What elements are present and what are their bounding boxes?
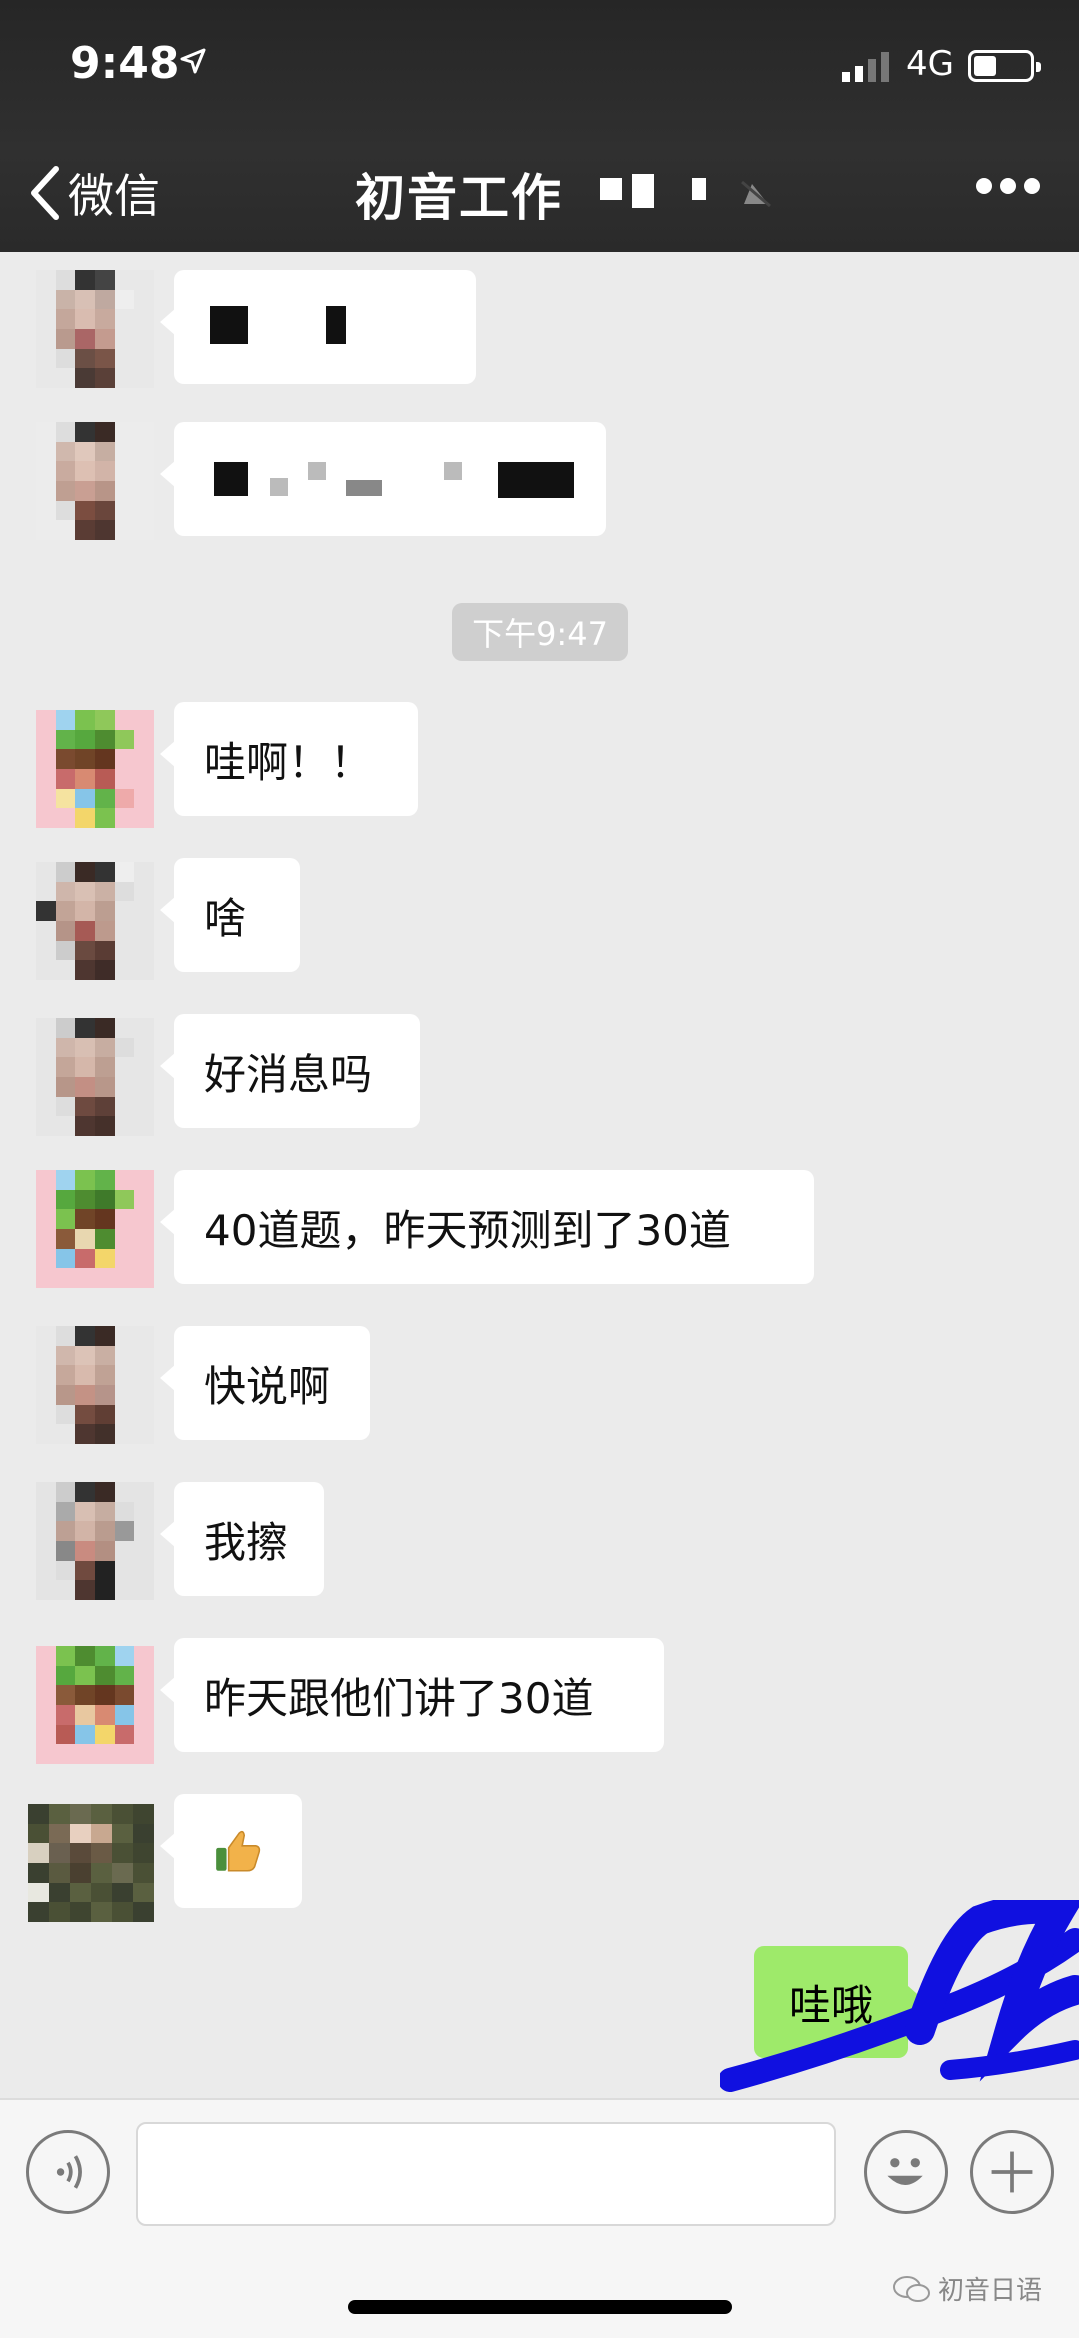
title-redaction (632, 174, 654, 208)
home-indicator[interactable] (348, 2300, 732, 2314)
emoji-button[interactable] (864, 2130, 948, 2214)
chevron-left-icon (31, 166, 59, 220)
avatar[interactable] (36, 1482, 154, 1600)
message-bubble[interactable]: 快说啊 (160, 1326, 370, 1440)
voice-button[interactable] (26, 2130, 110, 2214)
voice-wave-icon (56, 2155, 82, 2189)
back-button[interactable]: 微信 (28, 160, 160, 226)
message-bubble[interactable] (160, 1794, 302, 1908)
watermark: 初音日语 (892, 2270, 1042, 2307)
avatar[interactable] (36, 710, 154, 828)
location-arrow-icon (180, 48, 206, 74)
back-label: 微信 (68, 169, 160, 223)
smiley-icon (887, 2158, 923, 2185)
mute-bell-icon (741, 180, 771, 208)
avatar[interactable] (36, 1018, 154, 1136)
avatar[interactable] (36, 1646, 154, 1764)
watermark-text: 初音日语 (938, 2276, 1043, 2306)
redaction-block (214, 462, 248, 496)
signal-icon (842, 52, 889, 82)
avatar[interactable] (36, 270, 154, 388)
timestamp: 下午9:47 (452, 603, 628, 661)
scribble-redaction (720, 1900, 1079, 2092)
redaction-block (346, 480, 382, 496)
avatar[interactable] (28, 1804, 154, 1922)
redaction-block (210, 306, 248, 344)
message-bubble[interactable]: 啥 (160, 858, 300, 972)
title-redaction (600, 178, 622, 200)
redaction-block (308, 462, 326, 480)
more-functions-button[interactable] (970, 2130, 1054, 2214)
status-time: 9:48 (70, 38, 180, 89)
battery-icon (968, 50, 1041, 82)
wechat-logo-icon (893, 2275, 930, 2302)
title-redaction (692, 178, 706, 200)
redaction-block (444, 462, 462, 480)
redaction-block (326, 306, 346, 344)
avatar[interactable] (36, 862, 154, 980)
avatar[interactable] (36, 1326, 154, 1444)
redaction-block (270, 478, 288, 496)
top-bar: 9:48 4G 微信 初音工作 (0, 0, 1079, 252)
redaction-block (498, 462, 574, 498)
message-bubble[interactable]: 哇啊！！ (160, 702, 418, 816)
network-type: 4G (906, 44, 954, 84)
chat-title[interactable]: 初音工作 (355, 158, 563, 230)
thumbs-up-icon (216, 1830, 261, 1872)
plus-icon (991, 2151, 1033, 2193)
message-bubble[interactable]: 昨天跟他们讲了30道 (160, 1638, 664, 1752)
message-bubble[interactable]: 我擦 (160, 1482, 324, 1596)
message-input[interactable] (136, 2122, 836, 2226)
avatar[interactable] (36, 1170, 154, 1288)
avatar[interactable] (36, 422, 154, 540)
more-options-button[interactable] (976, 178, 1040, 194)
message-bubble[interactable]: 好消息吗 (160, 1014, 420, 1128)
message-bubble[interactable]: 40道题，昨天预测到了30道 (160, 1170, 814, 1284)
